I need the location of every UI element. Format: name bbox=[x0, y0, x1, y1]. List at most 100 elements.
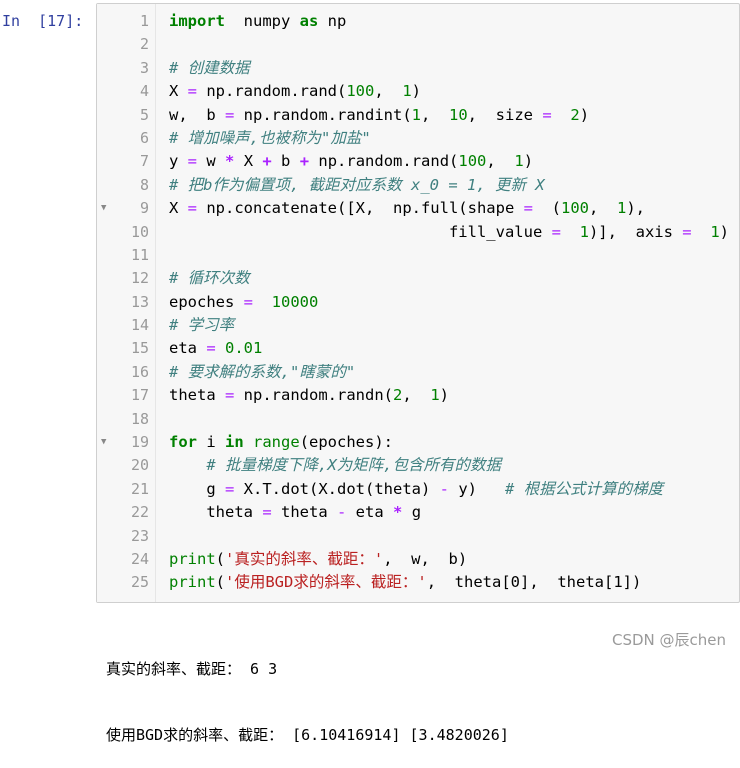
code-text: theta = np.random.randn(2, 1) bbox=[169, 384, 449, 407]
code-editor[interactable]: 1 import numpy as np 2 3 # 创建数据 4 X = np.rando… bbox=[97, 10, 739, 595]
code-token: + bbox=[299, 152, 310, 171]
code-token: '真实的斜率、截距：' bbox=[225, 549, 384, 568]
code-token: eta bbox=[346, 503, 394, 522]
line-number: 24 bbox=[130, 549, 149, 568]
code-line[interactable]: 2 bbox=[97, 33, 739, 56]
code-line[interactable]: 22 theta = theta - eta * g bbox=[97, 501, 739, 524]
code-line[interactable]: 13 epoches = 10000 bbox=[97, 291, 739, 314]
code-token: # 批量梯度下降,X为矩阵,包含所有的数据 bbox=[206, 456, 501, 475]
code-line[interactable]: 10 fill_value = 1)], axis = 1) bbox=[97, 221, 739, 244]
code-token: theta bbox=[169, 503, 263, 522]
code-line[interactable]: 21 g = X.T.dot(X.dot(theta) - y) # 根据公式计… bbox=[97, 478, 739, 501]
code-line[interactable]: 1 import numpy as np bbox=[97, 10, 739, 33]
code-line[interactable]: 7 y = w * X + b + np.random.rand(100, 1) bbox=[97, 150, 739, 173]
code-line[interactable]: 16 # 要求解的系数,"瞎蒙的" bbox=[97, 361, 739, 384]
line-number: 15 bbox=[130, 339, 149, 358]
code-token: '使用BGD求的斜率、截距：' bbox=[225, 573, 427, 592]
code-token: # 要求解的系数,"瞎蒙的" bbox=[169, 362, 356, 381]
code-line[interactable]: 20 # 批量梯度下降,X为矩阵,包含所有的数据 bbox=[97, 454, 739, 477]
code-cell[interactable]: 1 import numpy as np 2 3 # 创建数据 4 X = np.rando… bbox=[96, 3, 740, 603]
code-line[interactable]: 6 # 增加噪声,也被称为"加盐" bbox=[97, 127, 739, 150]
code-token: , bbox=[486, 152, 515, 171]
code-line[interactable]: ▼ 9 X = np.concatenate([X, np.full(shape =… bbox=[97, 197, 739, 220]
code-text: fill_value = 1)], axis = 1) bbox=[169, 221, 729, 244]
code-text: X = np.random.rand(100, 1) bbox=[169, 80, 421, 103]
code-text: print('真实的斜率、截距：', w, b) bbox=[169, 548, 467, 571]
code-token: = bbox=[682, 222, 692, 241]
code-text: # 要求解的系数,"瞎蒙的" bbox=[169, 361, 355, 384]
code-token: ( bbox=[215, 549, 226, 568]
code-token: 1 bbox=[430, 386, 440, 405]
code-token: + bbox=[262, 152, 272, 171]
code-token: ) bbox=[719, 222, 729, 241]
line-number: 4 bbox=[139, 82, 149, 101]
code-token: np.random.rand( bbox=[309, 152, 459, 171]
code-line[interactable]: 11 bbox=[97, 244, 739, 267]
code-token: as bbox=[299, 12, 319, 30]
output-line-1: 真实的斜率、截距： 6 3 bbox=[106, 660, 278, 678]
code-text: g = X.T.dot(X.dot(theta) - y) # 根据公式计算的梯… bbox=[169, 478, 663, 501]
code-token: theta bbox=[271, 503, 337, 522]
line-number: 10 bbox=[130, 222, 149, 241]
code-token: = bbox=[523, 199, 533, 218]
code-line[interactable]: 24 print('真实的斜率、截距：', w, b) bbox=[97, 548, 739, 571]
code-token: np.random.randint( bbox=[234, 105, 412, 124]
code-token: range bbox=[253, 433, 300, 452]
code-token: theta bbox=[169, 386, 225, 405]
code-line[interactable]: 17 theta = np.random.randn(2, 1) bbox=[97, 384, 739, 407]
code-token: - bbox=[337, 503, 347, 522]
code-line[interactable]: 4 X = np.random.rand(100, 1) bbox=[97, 80, 739, 103]
code-text: print('使用BGD求的斜率、截距：', theta[0], theta[1… bbox=[169, 571, 641, 594]
code-token: , bbox=[374, 82, 403, 101]
code-token: i bbox=[197, 433, 225, 452]
code-token: X bbox=[169, 199, 188, 218]
code-token: = bbox=[225, 479, 235, 498]
code-token: 100 bbox=[458, 152, 487, 171]
code-token: g bbox=[169, 479, 225, 498]
code-line[interactable]: 8 # 把b作为偏置项, 截距对应系数 x_0 = 1, 更新 X bbox=[97, 174, 739, 197]
code-text: epoches = 10000 bbox=[169, 291, 318, 314]
code-token: np.random.rand( bbox=[197, 82, 347, 101]
code-token: np bbox=[318, 12, 347, 30]
code-text: theta = theta - eta * g bbox=[169, 501, 421, 524]
code-line[interactable]: 3 # 创建数据 bbox=[97, 57, 739, 80]
code-token: 1 bbox=[411, 105, 421, 124]
line-number: 20 bbox=[130, 456, 149, 475]
code-text: # 批量梯度下降,X为矩阵,包含所有的数据 bbox=[169, 454, 501, 477]
code-line[interactable]: 18 bbox=[97, 408, 739, 431]
code-line[interactable]: 25 print('使用BGD求的斜率、截距：', theta[0], theta… bbox=[97, 571, 739, 594]
code-token: = bbox=[551, 222, 561, 241]
code-token: = bbox=[225, 386, 235, 405]
code-token: y) bbox=[449, 479, 505, 498]
code-token: , w, b) bbox=[383, 549, 468, 568]
code-token: import bbox=[169, 12, 225, 30]
code-line[interactable]: ▼ 19 for i in range(epoches): bbox=[97, 431, 739, 454]
code-token: = bbox=[262, 503, 272, 522]
code-token: ) bbox=[411, 82, 422, 101]
line-number: 8 bbox=[139, 175, 149, 194]
code-token: fill_value bbox=[169, 222, 552, 241]
code-token: 0.01 bbox=[225, 339, 263, 358]
code-token: 10 bbox=[449, 105, 468, 124]
code-token: = bbox=[187, 152, 198, 171]
line-number: 13 bbox=[130, 292, 149, 311]
code-token: , bbox=[421, 105, 449, 124]
code-token: np.random.randn( bbox=[234, 386, 393, 405]
code-token: ( bbox=[532, 199, 561, 218]
code-token: = bbox=[542, 105, 552, 124]
code-token: , bbox=[402, 386, 431, 405]
code-line[interactable]: 15 eta = 0.01 bbox=[97, 337, 739, 360]
code-line[interactable]: 14 # 学习率 bbox=[97, 314, 739, 337]
code-line[interactable]: 12 # 循环次数 bbox=[97, 267, 739, 290]
code-token: ), bbox=[626, 199, 645, 218]
code-token: # 循环次数 bbox=[169, 269, 250, 288]
code-token: epoches bbox=[169, 292, 244, 311]
code-line[interactable]: 5 w, b = np.random.randint(1, 10, size = … bbox=[97, 104, 739, 127]
code-token: np.concatenate([X, np.full(shape bbox=[197, 199, 524, 218]
code-text: y = w * X + b + np.random.rand(100, 1) bbox=[169, 150, 533, 173]
code-token: ) bbox=[439, 386, 450, 405]
code-line[interactable]: 23 bbox=[97, 525, 739, 548]
code-token: 2 bbox=[392, 386, 403, 405]
